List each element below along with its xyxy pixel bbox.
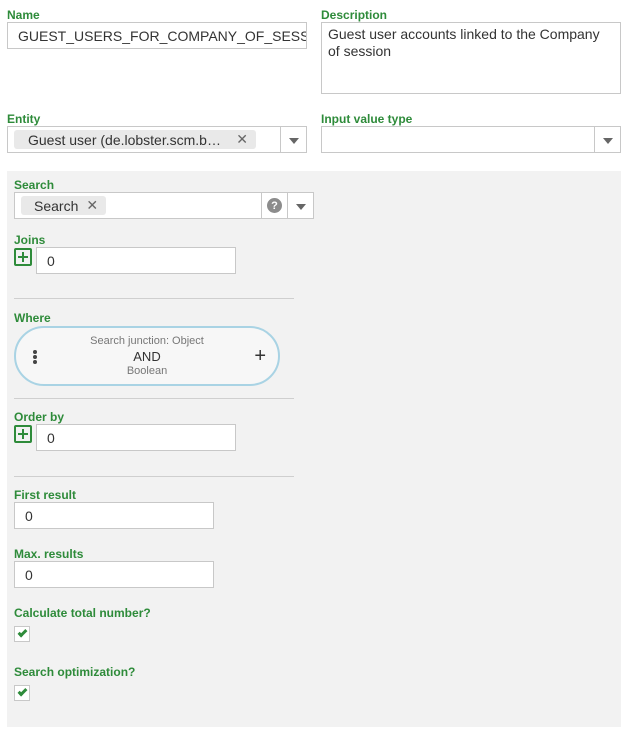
order-by-field[interactable]: 0 — [36, 424, 236, 451]
checkmark-icon — [17, 627, 27, 638]
input-value-type-select[interactable] — [321, 126, 621, 153]
section-divider — [14, 476, 294, 477]
joins-label: Joins — [14, 233, 46, 247]
search-help-button[interactable]: ? — [261, 193, 287, 218]
calculate-total-checkbox[interactable] — [14, 626, 30, 642]
entity-label: Entity — [7, 112, 41, 126]
search-optimization-checkbox[interactable] — [14, 685, 30, 701]
entity-select[interactable]: Guest user (de.lobster.scm.b… ✕ — [7, 126, 307, 153]
checkmark-icon — [17, 686, 27, 697]
search-dropdown-button[interactable] — [287, 193, 313, 218]
add-join-icon[interactable] — [14, 248, 32, 266]
search-chip: Search ✕ — [21, 196, 107, 215]
search-label: Search — [14, 178, 55, 192]
input-value-type-dropdown-button[interactable] — [594, 127, 620, 152]
first-result-field[interactable]: 0 — [14, 502, 214, 529]
add-order-icon[interactable] — [14, 425, 32, 443]
entity-chip-label: Guest user (de.lobster.scm.b… — [28, 131, 221, 148]
first-result-label: First result — [14, 488, 77, 502]
calculate-total-label: Calculate total number? — [14, 606, 151, 620]
add-condition-icon[interactable]: + — [254, 346, 266, 366]
max-results-label: Max. results — [14, 547, 84, 561]
name-label: Name — [7, 8, 40, 22]
section-divider — [14, 298, 294, 299]
description-field[interactable]: Guest user accounts linked to the Compan… — [321, 22, 621, 94]
chevron-down-icon — [602, 137, 613, 144]
name-field[interactable]: GUEST_USERS_FOR_COMPANY_OF_SESSION — [7, 22, 307, 49]
chevron-down-icon — [288, 137, 299, 144]
search-chip-remove-icon[interactable]: ✕ — [86, 197, 98, 214]
entity-chip: Guest user (de.lobster.scm.b… ✕ — [14, 130, 256, 149]
chevron-down-icon — [295, 203, 306, 210]
where-label: Where — [14, 311, 51, 325]
search-optimization-label: Search optimization? — [14, 665, 136, 679]
description-label: Description — [321, 8, 388, 22]
junction-operator: AND — [133, 349, 161, 364]
junction-type: Boolean — [126, 365, 168, 377]
joins-field[interactable]: 0 — [36, 247, 236, 274]
search-select[interactable]: Search ✕ ? — [14, 192, 314, 219]
entity-chip-remove-icon[interactable]: ✕ — [236, 131, 248, 148]
search-junction-node[interactable]: Search junction: Object AND Boolean + — [14, 326, 280, 386]
section-divider — [14, 398, 294, 399]
help-icon: ? — [267, 198, 282, 213]
max-results-field[interactable]: 0 — [14, 561, 214, 588]
order-by-label: Order by — [14, 410, 65, 424]
input-value-type-label: Input value type — [321, 112, 413, 126]
junction-title: Search junction: Object — [90, 335, 204, 347]
entity-dropdown-button[interactable] — [280, 127, 306, 152]
search-chip-label: Search — [34, 197, 79, 214]
